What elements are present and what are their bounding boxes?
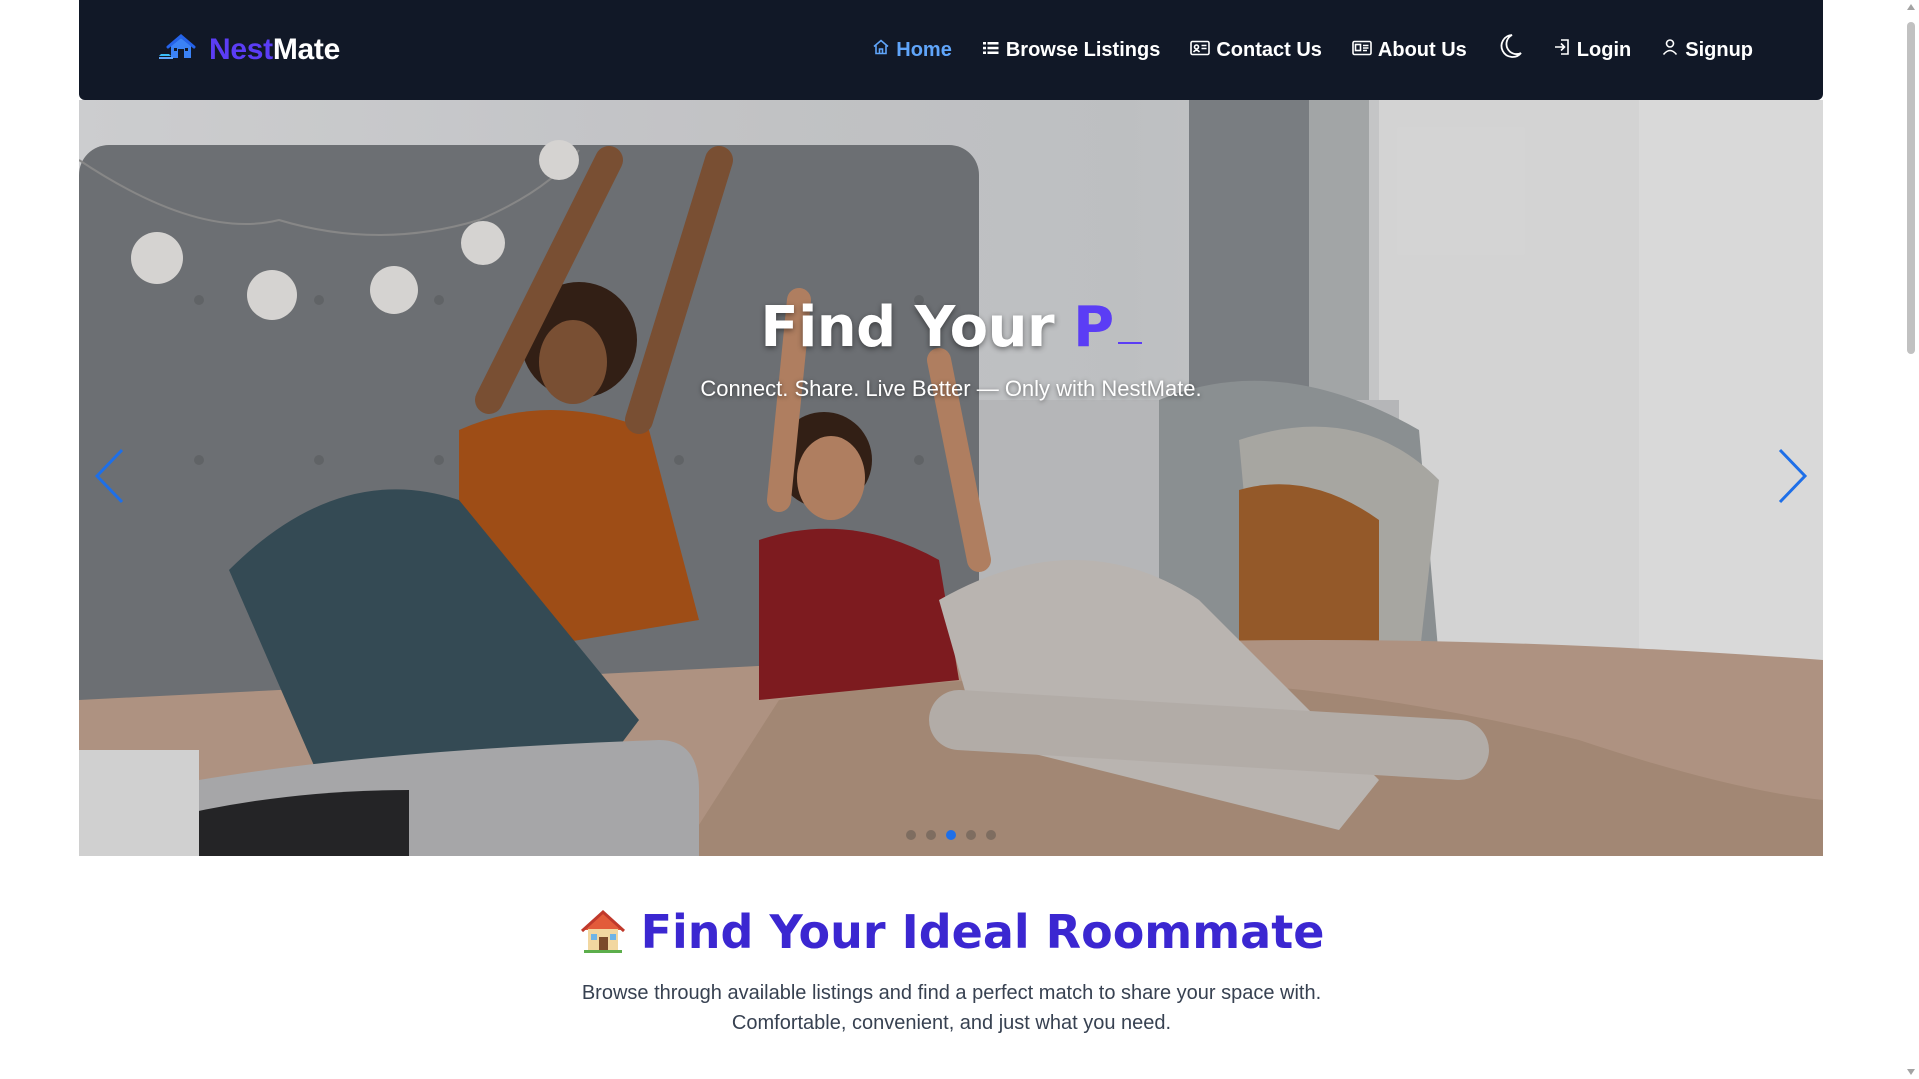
nav-browse-listings-link[interactable]: Browse Listings [982, 39, 1160, 62]
section-description-line-1: Browse through available listings and fi… [581, 982, 1322, 1004]
nav-home-link[interactable]: Home [872, 38, 952, 62]
typing-cursor [1117, 342, 1142, 344]
page: NestMate Home Browse Listings Contact Us… [0, 0, 1919, 1079]
nav-browse-listings-label: Browse Listings [1005, 38, 1161, 61]
navbar: NestMate Home Browse Listings Contact Us… [79, 0, 1823, 100]
nav-about-us-label: About Us [1377, 38, 1467, 61]
nav-about-us-link[interactable]: About Us [1352, 39, 1467, 62]
carousel-prev-button[interactable] [89, 448, 129, 508]
hero-title-typed: P [1073, 295, 1114, 360]
carousel-indicators [79, 830, 1823, 840]
hero-title-static: Find Your [760, 295, 1055, 360]
moon-icon [1497, 33, 1523, 67]
carousel-dot[interactable] [926, 830, 936, 840]
house-emoji-icon [579, 908, 627, 965]
contact-card-icon [1190, 39, 1211, 62]
brand-logo[interactable]: NestMate [157, 33, 340, 67]
section-title-text: Find Your Ideal Roommate [640, 905, 1325, 959]
brand-name-part-a: Nest [209, 33, 273, 66]
scrollbar-thumb[interactable] [1907, 22, 1915, 354]
person-icon [1661, 38, 1679, 62]
carousel-dot-active[interactable] [946, 830, 956, 840]
scroll-down-arrow-icon[interactable] [1906, 1067, 1916, 1077]
section-title: Find Your Ideal Roommate [0, 905, 1903, 965]
nav-contact-us-label: Contact Us [1216, 38, 1322, 61]
nav-links: Home Browse Listings Contact Us About Us… [872, 33, 1753, 67]
scroll-up-arrow-icon[interactable] [1906, 2, 1916, 12]
carousel-dot[interactable] [906, 830, 916, 840]
carousel-dot[interactable] [986, 830, 996, 840]
brand-name: NestMate [209, 33, 340, 67]
house-logo-icon [157, 33, 197, 67]
hero-overlay [79, 100, 1823, 856]
carousel-next-button[interactable] [1773, 448, 1813, 508]
section-description: Browse through available listings and fi… [0, 978, 1903, 1038]
sign-in-icon [1553, 38, 1571, 62]
signup-link[interactable]: Signup [1661, 38, 1753, 62]
house-icon [872, 38, 890, 62]
list-icon [982, 39, 1000, 62]
id-card-icon [1352, 39, 1372, 62]
chevron-right-icon [1778, 448, 1808, 509]
carousel-dot[interactable] [966, 830, 976, 840]
nav-home-label: Home [896, 38, 952, 61]
brand-name-part-b: Mate [272, 33, 340, 66]
hero-carousel: Find Your P Connect. Share. Live Better … [79, 100, 1823, 856]
theme-toggle-button[interactable] [1497, 33, 1523, 67]
page-scrollbar[interactable] [1903, 0, 1919, 1079]
login-label: Login [1576, 38, 1632, 61]
section-description-line-2: Comfortable, convenient, and just what y… [731, 1012, 1172, 1034]
signup-label: Signup [1685, 38, 1753, 61]
nav-contact-us-link[interactable]: Contact Us [1190, 39, 1322, 62]
hero-subtitle: Connect. Share. Live Better — Only with … [700, 376, 1202, 401]
chevron-left-icon [94, 448, 124, 509]
login-link[interactable]: Login [1553, 38, 1631, 62]
hero-title: Find Your P [79, 295, 1823, 360]
